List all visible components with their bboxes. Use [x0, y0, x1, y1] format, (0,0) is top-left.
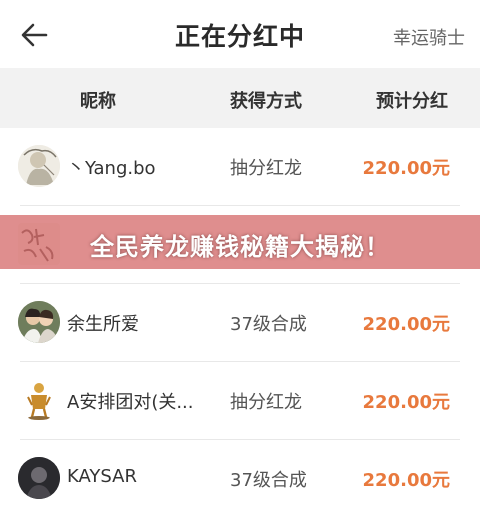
dividend-amount: 220.00元 [362, 314, 450, 335]
table-row[interactable]: KAYSAR 37级合成 220.00元 [0, 440, 480, 518]
table-row[interactable]: A安排团对(关... 抽分红龙 220.00元 [0, 362, 480, 440]
dividend-amount: 220.00元 [362, 470, 450, 491]
nickname: KAYSAR [67, 466, 137, 487]
column-header-nickname: 昵称 [80, 91, 116, 112]
table-header: 昵称 获得方式 预计分红 [0, 68, 480, 128]
nickname: 余生所爱 [67, 314, 139, 335]
column-header-dividend: 预计分红 [376, 91, 448, 112]
top-bar: 正在分红中 幸运骑士 [0, 0, 480, 68]
method: 抽分红龙 [230, 158, 302, 179]
avatar [18, 145, 60, 187]
method: 37级合成 [230, 314, 307, 335]
nickname: 丶Yang.bo [67, 158, 156, 179]
table-row[interactable]: 丶Yang.bo 抽分红龙 220.00元 [0, 128, 480, 206]
nickname: A安排团对(关... [67, 392, 194, 413]
method: 37级合成 [230, 470, 307, 491]
method: 抽分红龙 [230, 392, 302, 413]
avatar [18, 301, 60, 343]
avatar [18, 457, 60, 499]
column-header-method: 获得方式 [230, 91, 302, 112]
promo-banner[interactable]: 全民养龙赚钱秘籍大揭秘！ [0, 215, 480, 269]
table-row[interactable]: 余生所爱 37级合成 220.00元 [0, 284, 480, 362]
lucky-knight-link[interactable]: 幸运骑士 [393, 24, 465, 50]
dividend-amount: 220.00元 [362, 158, 450, 179]
avatar [18, 379, 60, 421]
dividend-amount: 220.00元 [362, 392, 450, 413]
promo-banner-text: 全民养龙赚钱秘籍大揭秘！ [90, 233, 390, 261]
